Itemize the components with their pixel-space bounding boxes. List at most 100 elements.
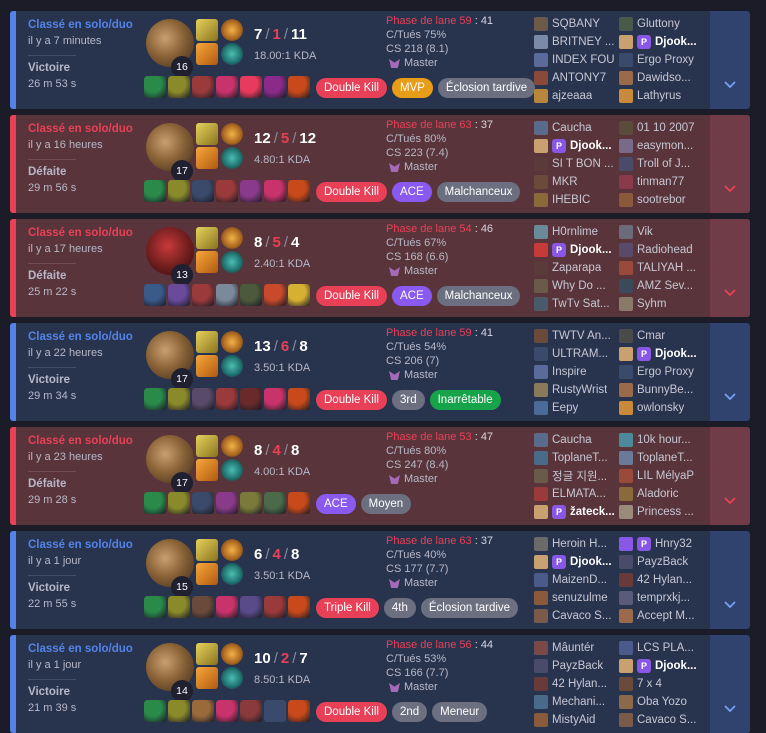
player-row[interactable]: AMZ Sev... — [619, 277, 703, 295]
player-name[interactable]: MaizenD... — [552, 574, 607, 586]
summoner-spell-ignite-icon[interactable] — [196, 355, 218, 377]
player-row[interactable]: ToplaneT... — [619, 449, 703, 467]
player-row[interactable]: PayzBack — [619, 553, 703, 571]
item-icon[interactable] — [168, 700, 190, 722]
item-icon[interactable] — [240, 388, 262, 410]
player-row[interactable]: Caucha — [534, 119, 618, 137]
player-row[interactable]: owlonsky — [619, 399, 703, 417]
player-name[interactable]: Čmar — [637, 330, 665, 342]
item-icon[interactable] — [264, 492, 286, 514]
item-icon[interactable] — [216, 492, 238, 514]
player-name[interactable]: BRITNEY ... — [552, 36, 614, 48]
item-icon[interactable] — [264, 76, 286, 98]
player-row[interactable]: ULTRAM... — [534, 345, 618, 363]
player-row[interactable]: 7 x 4 — [619, 675, 703, 693]
player-name[interactable]: sootrebor — [637, 194, 686, 206]
player-name[interactable]: 42 Hylan... — [637, 574, 692, 586]
item-icon[interactable] — [168, 284, 190, 306]
item-icon[interactable] — [240, 700, 262, 722]
primary-rune-icon[interactable] — [221, 227, 243, 249]
item-icon[interactable] — [216, 180, 238, 202]
primary-rune-icon[interactable] — [221, 435, 243, 457]
player-row[interactable]: Eepy — [534, 399, 618, 417]
item-icon[interactable] — [168, 76, 190, 98]
item-icon[interactable] — [216, 76, 238, 98]
item-icon[interactable] — [144, 284, 166, 306]
player-row[interactable]: LCS PLA... — [619, 639, 703, 657]
player-name[interactable]: Aladoric — [637, 488, 679, 500]
player-name[interactable]: Gluttony — [637, 18, 680, 30]
player-row[interactable]: MKR — [534, 173, 618, 191]
item-icon[interactable] — [288, 180, 310, 202]
summoner-spell-ignite-icon[interactable] — [196, 667, 218, 689]
player-name[interactable]: Ergo Proxy — [637, 366, 694, 378]
player-name[interactable]: ELMATA... — [552, 488, 606, 500]
player-name[interactable]: LCS PLA... — [637, 642, 694, 654]
item-icon[interactable] — [216, 700, 238, 722]
match-card[interactable]: Classé en solo/duo il y a 22 heures Victoi… — [10, 323, 750, 421]
item-icon[interactable] — [288, 596, 310, 618]
player-name[interactable]: ajzeaaa — [552, 90, 592, 102]
expand-details-button[interactable] — [710, 219, 750, 317]
item-icon[interactable] — [240, 180, 262, 202]
player-row[interactable]: TwTv Sat... — [534, 295, 618, 313]
item-icon[interactable] — [216, 388, 238, 410]
item-icon[interactable] — [144, 492, 166, 514]
expand-details-button[interactable] — [710, 11, 750, 109]
player-name[interactable]: SI T BON ... — [552, 158, 614, 170]
expand-details-button[interactable] — [710, 323, 750, 421]
summoner-spell-ignite-icon[interactable] — [196, 563, 218, 585]
player-name[interactable]: Mâuntér — [552, 642, 594, 654]
player-row[interactable]: Ergo Proxy — [619, 51, 703, 69]
player-row[interactable]: P Djook... — [534, 137, 618, 155]
player-row[interactable]: SQBANY — [534, 15, 618, 33]
player-name[interactable]: Vik — [637, 226, 653, 238]
player-row[interactable]: senuzulme — [534, 589, 618, 607]
player-row[interactable]: Princess ... — [619, 503, 703, 521]
item-icon[interactable] — [192, 596, 214, 618]
player-name[interactable]: Djook... — [570, 140, 612, 152]
player-name[interactable]: Djook... — [570, 556, 612, 568]
player-row[interactable]: Ergo Proxy — [619, 363, 703, 381]
item-icon[interactable] — [168, 180, 190, 202]
player-row[interactable]: ajzeaaa — [534, 87, 618, 105]
secondary-rune-icon[interactable] — [221, 459, 243, 481]
player-row[interactable]: P Djook... — [534, 241, 618, 259]
primary-rune-icon[interactable] — [221, 123, 243, 145]
player-row[interactable]: Caucha — [534, 431, 618, 449]
item-icon[interactable] — [144, 180, 166, 202]
primary-rune-icon[interactable] — [221, 643, 243, 665]
player-name[interactable]: Lathyrus — [637, 90, 681, 102]
player-row[interactable]: BunnyBe... — [619, 381, 703, 399]
secondary-rune-icon[interactable] — [221, 147, 243, 169]
player-row[interactable]: 01 10 2007 — [619, 119, 703, 137]
item-icon[interactable] — [264, 284, 286, 306]
player-name[interactable]: tinman77 — [637, 176, 684, 188]
player-name[interactable]: IHEBIC — [552, 194, 590, 206]
player-row[interactable]: Why Do ... — [534, 277, 618, 295]
player-name[interactable]: Syhm — [637, 298, 666, 310]
item-icon[interactable] — [144, 76, 166, 98]
item-icon[interactable] — [264, 388, 286, 410]
item-icon[interactable] — [192, 76, 214, 98]
player-row[interactable]: BRITNEY ... — [534, 33, 618, 51]
player-name[interactable]: Hnry32 — [655, 538, 692, 550]
item-icon[interactable] — [288, 388, 310, 410]
player-name[interactable]: Mechani... — [552, 696, 605, 708]
player-name[interactable]: Djook... — [655, 660, 697, 672]
player-name[interactable]: Why Do ... — [552, 280, 606, 292]
player-row[interactable]: Radiohead — [619, 241, 703, 259]
player-name[interactable]: Caucha — [552, 122, 592, 134]
item-icon[interactable] — [264, 180, 286, 202]
player-row[interactable]: P Djook... — [619, 657, 703, 675]
item-icon[interactable] — [240, 596, 262, 618]
expand-details-button[interactable] — [710, 531, 750, 629]
match-card[interactable]: Classé en solo/duo il y a 7 minutes Victoi… — [10, 11, 750, 109]
player-row[interactable]: Accept M... — [619, 607, 703, 625]
player-name[interactable]: MKR — [552, 176, 578, 188]
player-row[interactable]: MaizenD... — [534, 571, 618, 589]
player-name[interactable]: PayzBack — [637, 556, 688, 568]
player-row[interactable]: Oba Yozo — [619, 693, 703, 711]
player-row[interactable]: Cavaco S... — [534, 607, 618, 625]
player-name[interactable]: 01 10 2007 — [637, 122, 695, 134]
